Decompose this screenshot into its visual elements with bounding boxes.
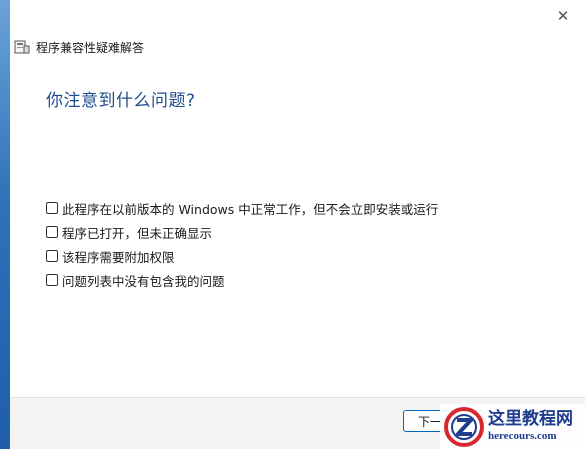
page-heading: 你注意到什么问题?	[46, 91, 196, 111]
compatibility-troubleshooter-window: ✕ 程序兼容性疑难解答 你注意到什么问题? 此程序在以前版本的 Windows …	[0, 0, 585, 449]
site-watermark: 这里教程网 herecours.com	[440, 404, 585, 449]
option-label: 程序已打开，但未正确显示	[62, 225, 213, 241]
option-label: 该程序需要附加权限	[62, 249, 175, 265]
close-button[interactable]: ✕	[551, 4, 575, 28]
option-label: 问题列表中没有包含我的问题	[62, 273, 225, 289]
window-titlebar: 程序兼容性疑难解答	[14, 38, 144, 56]
option-works-in-earlier-windows[interactable]: 此程序在以前版本的 Windows 中正常工作，但不会立即安装或运行	[46, 196, 438, 220]
option-checkbox[interactable]	[46, 250, 58, 262]
z-logo-icon	[444, 406, 484, 447]
option-checkbox[interactable]	[46, 202, 58, 214]
troubleshooter-app-icon	[14, 40, 30, 54]
watermark-url: herecours.com	[488, 430, 557, 442]
option-needs-permissions[interactable]: 该程序需要附加权限	[46, 244, 438, 268]
option-checkbox[interactable]	[46, 274, 58, 286]
close-icon: ✕	[556, 7, 570, 25]
watermark-title: 这里教程网	[488, 409, 573, 429]
option-display-incorrect[interactable]: 程序已打开，但未正确显示	[46, 220, 438, 244]
option-label: 此程序在以前版本的 Windows 中正常工作，但不会立即安装或运行	[62, 201, 439, 217]
option-problem-not-listed[interactable]: 问题列表中没有包含我的问题	[46, 268, 438, 292]
problem-options-list: 此程序在以前版本的 Windows 中正常工作，但不会立即安装或运行 程序已打开…	[46, 196, 438, 292]
option-checkbox[interactable]	[46, 226, 58, 238]
desktop-background-strip	[0, 0, 10, 449]
window-title: 程序兼容性疑难解答	[36, 40, 145, 55]
